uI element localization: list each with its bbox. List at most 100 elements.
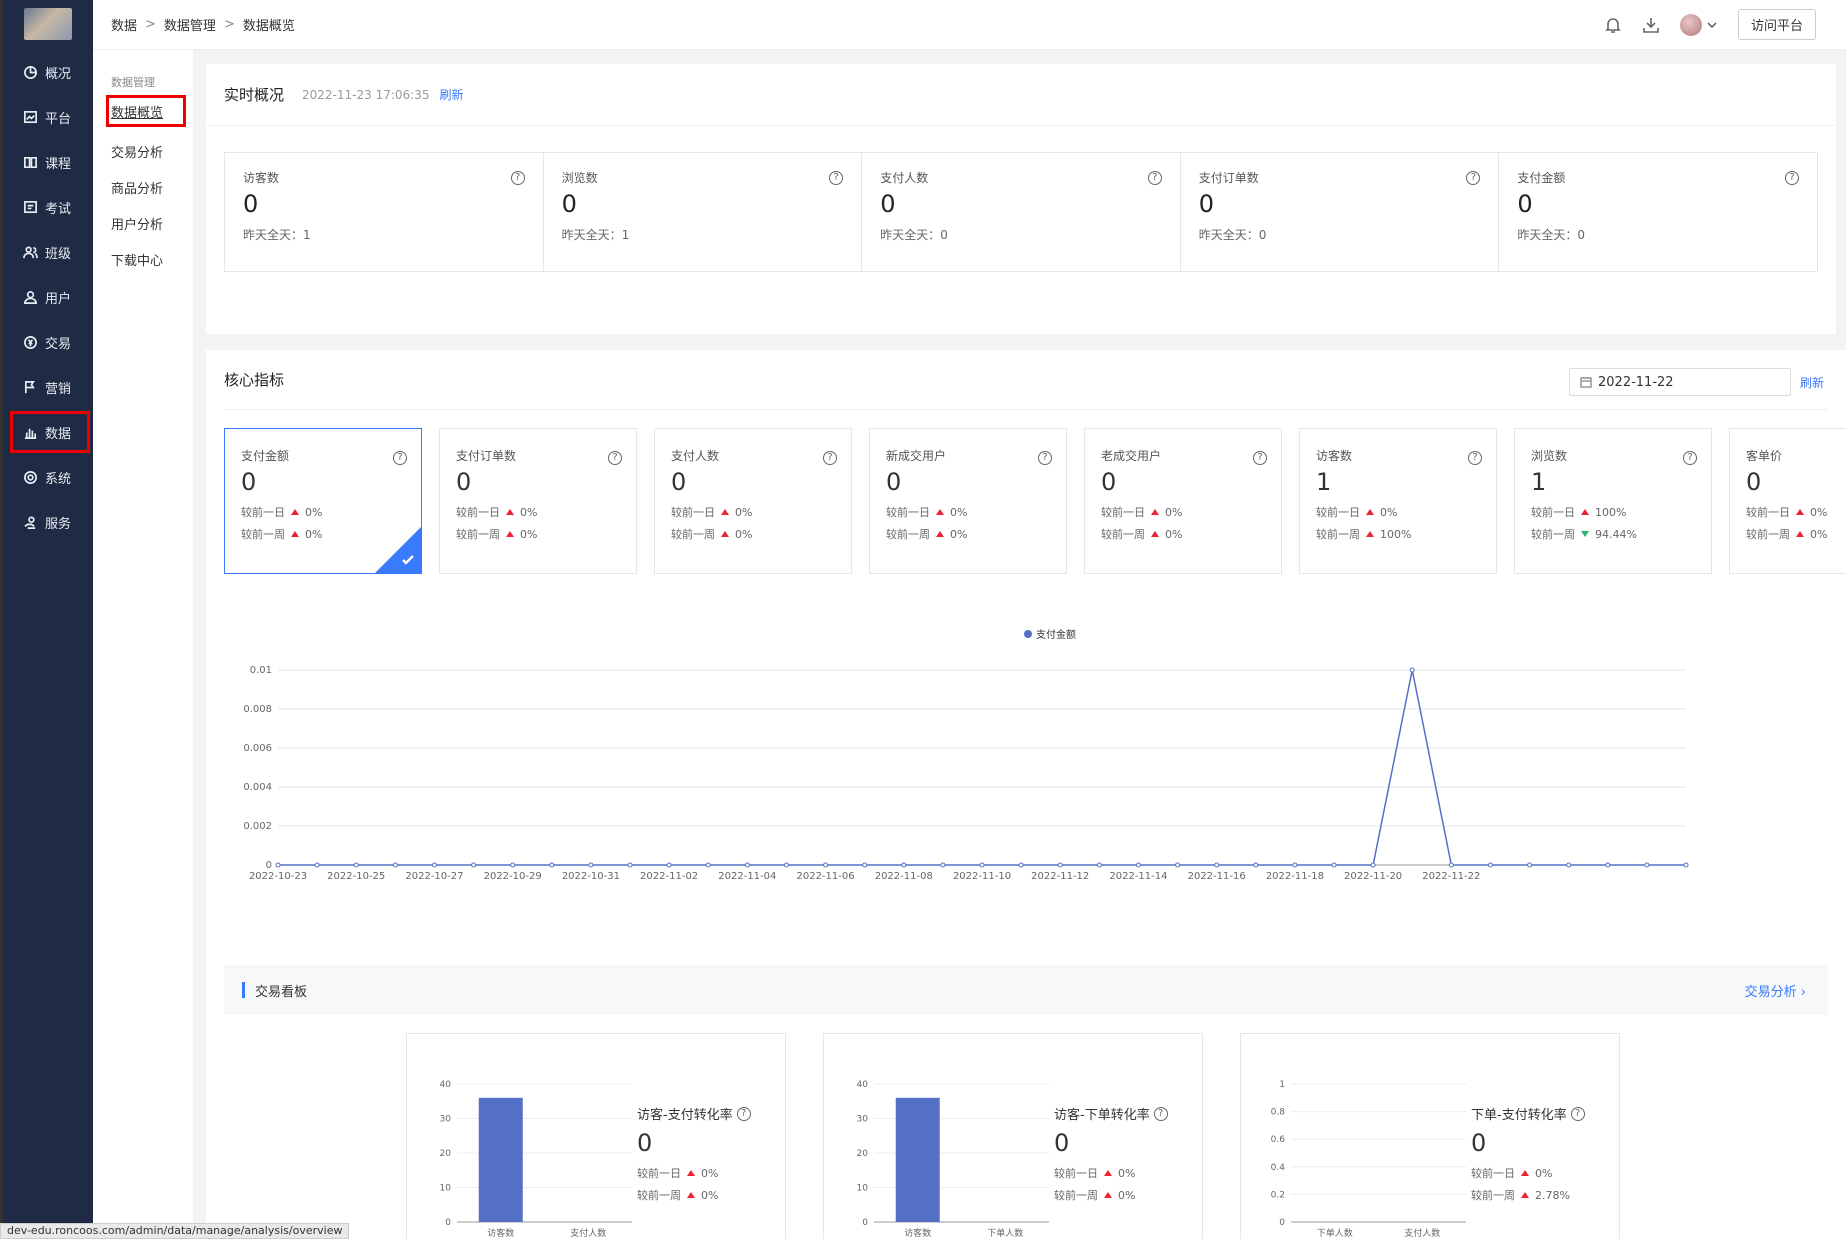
logo[interactable] — [24, 8, 72, 40]
data-point[interactable] — [314, 862, 320, 868]
sidebar-item-trade[interactable]: 交易 — [3, 320, 93, 365]
sidebar-item-service[interactable]: 服务 — [3, 500, 93, 545]
data-point[interactable] — [705, 862, 711, 868]
data-point[interactable] — [549, 862, 555, 868]
bell-icon[interactable] — [1604, 16, 1622, 34]
sidebar-item-overview[interactable]: 概况 — [3, 50, 93, 95]
data-point[interactable] — [1253, 862, 1259, 868]
help-icon[interactable]: ? — [1784, 171, 1799, 185]
data-point[interactable] — [1409, 667, 1415, 673]
trade-analysis-link[interactable]: 交易分析 › — [1745, 981, 1806, 1000]
x-tick-label: 2022-10-23 — [249, 871, 307, 882]
help-icon[interactable]: ? — [510, 171, 525, 185]
data-point[interactable] — [666, 862, 672, 868]
avatar[interactable] — [1679, 13, 1702, 36]
subnav-item-data-overview[interactable]: 数据概览 — [106, 95, 186, 127]
data-point[interactable] — [1018, 862, 1024, 868]
metric-card[interactable]: 访客数 1 较前一日 0% 较前一周 100%? — [1299, 428, 1497, 574]
realtime-cell-label: 浏览数 — [561, 171, 598, 185]
data-point[interactable] — [627, 862, 633, 868]
metric-card[interactable]: 老成交用户 0 较前一日 0% 较前一周 0%? — [1084, 428, 1282, 574]
data-point[interactable] — [275, 862, 281, 868]
core-title: 核心指标 — [224, 371, 285, 389]
subnav-item-product-analysis[interactable]: 商品分析 — [93, 170, 193, 206]
data-point[interactable] — [1096, 862, 1102, 868]
help-icon[interactable]: ? — [1147, 171, 1162, 185]
sidebar-item-platform[interactable]: 平台 — [3, 95, 93, 140]
metric-card[interactable]: 支付人数 0 较前一日 0% 较前一周 0%? — [654, 428, 852, 574]
date-picker[interactable]: 2022-11-22 — [1569, 368, 1791, 396]
bar[interactable] — [478, 1097, 523, 1222]
data-point[interactable] — [940, 862, 946, 868]
metric-card[interactable]: 支付订单数 0 较前一日 0% 较前一周 0%? — [439, 428, 637, 574]
compare-label: 较前一日 — [1746, 506, 1790, 519]
subnav-item-trade-analysis[interactable]: 交易分析 — [93, 134, 193, 170]
data-point[interactable] — [979, 862, 985, 868]
realtime-refresh-link[interactable]: 刷新 — [439, 86, 463, 103]
sidebar-item-user[interactable]: 用户 — [3, 275, 93, 320]
metric-card[interactable]: 浏览数 1 较前一日 100% 较前一周 94.44%? — [1514, 428, 1712, 574]
help-icon[interactable]: ? — [1038, 451, 1052, 465]
core-refresh-link[interactable]: 刷新 — [1800, 374, 1824, 391]
data-point[interactable] — [1605, 862, 1611, 868]
download-icon[interactable] — [1642, 16, 1660, 34]
data-point[interactable] — [862, 862, 868, 868]
data-point[interactable] — [471, 862, 477, 868]
help-icon[interactable]: ? — [608, 451, 622, 465]
data-point[interactable] — [1370, 862, 1376, 868]
chart-legend[interactable]: 支付金额 — [1024, 628, 1076, 641]
data-point[interactable] — [431, 862, 437, 868]
metric-card[interactable]: 新成交用户 0 较前一日 0% 较前一周 0%? — [869, 428, 1067, 574]
help-icon[interactable]: ? — [1153, 1106, 1168, 1121]
data-point[interactable] — [1487, 862, 1493, 868]
data-point[interactable] — [1448, 862, 1454, 868]
sidebar-item-system[interactable]: 系统 — [3, 455, 93, 500]
metric-card[interactable]: 客单价0较前一日0%较前一周0%? — [1729, 428, 1846, 574]
help-icon[interactable]: ? — [1570, 1106, 1585, 1121]
data-point[interactable] — [1644, 862, 1650, 868]
data-point[interactable] — [392, 862, 398, 868]
up-arrow-icon — [936, 509, 944, 515]
subnav-item-user-analysis[interactable]: 用户分析 — [93, 206, 193, 242]
payment-amount-line-chart: 支付金额 0 0.002 0.004 0.006 0.008 0.01 2022-10-23 2… — [243, 628, 1689, 882]
help-icon[interactable]: ? — [823, 451, 837, 465]
data-point[interactable] — [823, 862, 829, 868]
data-point[interactable] — [1683, 862, 1689, 868]
metric-label: 访客数 — [1316, 449, 1353, 463]
visit-platform-button[interactable]: 访问平台 — [1737, 9, 1816, 40]
data-point[interactable] — [1135, 862, 1141, 868]
chevron-down-icon[interactable] — [1706, 19, 1718, 31]
sidebar-item-course[interactable]: 课程 — [3, 140, 93, 185]
compare-week: 较前一周 0% — [456, 526, 620, 542]
data-point[interactable] — [510, 862, 516, 868]
help-icon[interactable]: ? — [736, 1106, 751, 1121]
y-tick-label: 0.2 — [1271, 1190, 1285, 1200]
help-icon[interactable]: ? — [1683, 451, 1697, 465]
sidebar-item-exam[interactable]: 考试 — [3, 185, 93, 230]
data-point[interactable] — [1057, 862, 1063, 868]
subnav-item-download-center[interactable]: 下载中心 — [93, 242, 193, 278]
help-icon[interactable]: ? — [1253, 451, 1267, 465]
data-point[interactable] — [353, 862, 359, 868]
data-point[interactable] — [783, 862, 789, 868]
sidebar-item-class[interactable]: 班级 — [3, 230, 93, 275]
sidebar-item-data[interactable]: 数据 — [10, 411, 90, 453]
compare-week: 较前一周 0% — [671, 526, 835, 542]
data-point[interactable] — [744, 862, 750, 868]
help-icon[interactable]: ? — [1468, 451, 1482, 465]
data-point[interactable] — [1331, 862, 1337, 868]
data-point[interactable] — [901, 862, 907, 868]
sidebar-item-marketing[interactable]: 营销 — [3, 365, 93, 410]
data-point[interactable] — [1214, 862, 1220, 868]
data-point[interactable] — [588, 862, 594, 868]
data-point[interactable] — [1175, 862, 1181, 868]
breadcrumb-item[interactable]: 数据管理 — [164, 15, 216, 34]
data-point[interactable] — [1527, 862, 1533, 868]
bar[interactable] — [895, 1097, 940, 1222]
up-arrow-icon — [687, 1170, 695, 1176]
metric-card[interactable]: 支付金额 0 较前一日 0% 较前一周 0%? — [224, 428, 422, 574]
data-point[interactable] — [1566, 862, 1572, 868]
breadcrumb-item[interactable]: 数据 — [111, 15, 137, 34]
data-point[interactable] — [1292, 862, 1298, 868]
help-icon[interactable]: ? — [393, 451, 407, 465]
